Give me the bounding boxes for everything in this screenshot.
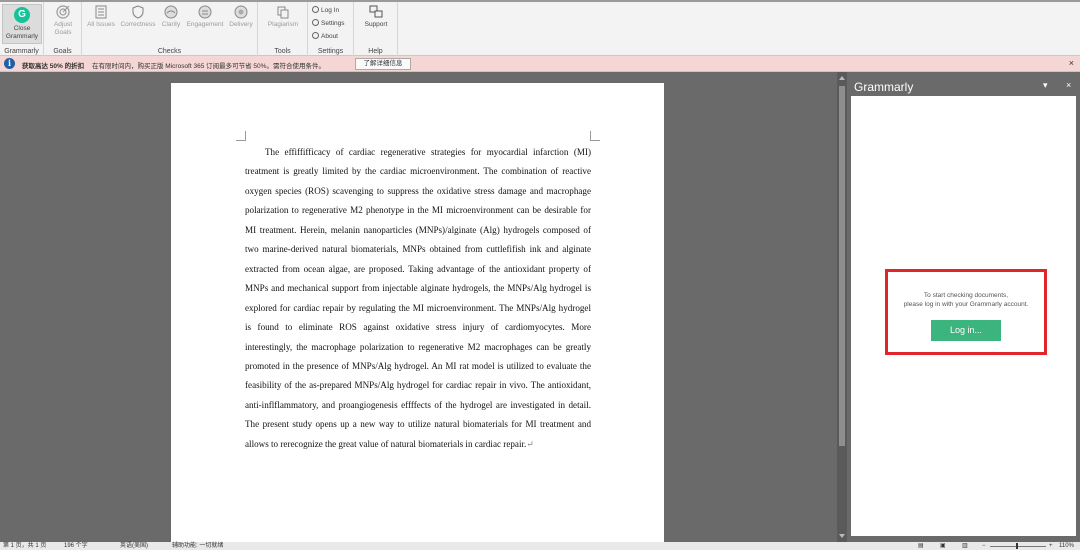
scrollbar-thumb[interactable] xyxy=(839,86,845,446)
clarity-button[interactable]: Clarity xyxy=(158,5,184,29)
all-issues-label: All Issues xyxy=(87,21,115,28)
group-goals: Adjust Goals Goals xyxy=(44,2,82,56)
status-language[interactable]: 英语(美国) xyxy=(120,542,148,550)
login-message-line-2: please log in with your Grammarly accoun… xyxy=(903,301,1029,308)
login-icon xyxy=(312,6,319,13)
log-in-label: Log In xyxy=(321,7,340,14)
engagement-label: Engagement xyxy=(186,21,224,28)
grammarly-logo-icon: G xyxy=(14,7,30,23)
status-bar: 第 1 页，共 1 页 196 个字 英语(美国) 辅助功能: 一切就绪 ▤ ▣… xyxy=(0,542,1080,550)
plagiarism-label: Plagiarism xyxy=(267,21,299,28)
scroll-down-icon[interactable] xyxy=(839,534,845,538)
document-paragraph: The effiffifficacy of cardiac regenerati… xyxy=(245,147,591,449)
group-label-tools: Tools xyxy=(274,48,291,55)
login-message: To start checking documents, please log … xyxy=(888,291,1044,309)
status-word-count[interactable]: 196 个字 xyxy=(64,542,88,550)
clarity-label: Clarity xyxy=(161,21,181,28)
scroll-up-icon[interactable] xyxy=(839,76,845,80)
settings-label: Settings xyxy=(321,20,345,27)
document-page[interactable]: The effiffifficacy of cardiac regenerati… xyxy=(171,83,664,545)
login-highlight-box: To start checking documents, please log … xyxy=(885,269,1047,355)
close-grammarly-label-2: Grammarly xyxy=(5,33,39,40)
status-page-count[interactable]: 第 1 页，共 1 页 xyxy=(3,542,46,550)
group-label-grammarly: Grammarly xyxy=(4,48,39,55)
info-bar: i 获取高达 50% 的折扣 在有限时间内，购买正版 Microsoft 365… xyxy=(0,56,1080,72)
zoom-slider[interactable] xyxy=(990,546,1046,547)
group-help: Support Help xyxy=(354,2,398,56)
correctness-button[interactable]: Correctness xyxy=(118,5,158,29)
zoom-in-icon[interactable]: + xyxy=(1049,542,1053,550)
read-mode-icon[interactable]: ▤ xyxy=(918,542,924,550)
engagement-button[interactable]: Engagement xyxy=(184,5,226,29)
pane-options-icon[interactable]: ▾ xyxy=(1043,80,1048,91)
all-issues-button[interactable]: All Issues xyxy=(84,5,118,29)
pane-title: Grammarly xyxy=(854,80,914,94)
pane-close-icon[interactable]: × xyxy=(1066,80,1071,90)
adjust-goals-label-1: Adjust xyxy=(53,21,73,28)
engagement-icon xyxy=(198,5,212,19)
list-icon xyxy=(95,5,107,19)
group-label-settings: Settings xyxy=(317,48,344,55)
grammarly-pane: Grammarly ▾ × To start checking document… xyxy=(847,72,1080,542)
correctness-label: Correctness xyxy=(120,21,156,28)
ribbon: G Close Grammarly Grammarly Adjust Goals… xyxy=(0,0,1080,56)
paragraph-mark-icon: ↵ xyxy=(526,438,534,449)
about-button[interactable]: About xyxy=(312,32,338,40)
close-grammarly-label-1: Close xyxy=(13,25,31,32)
group-checks: All Issues Correctness Clarity Engagemen… xyxy=(82,2,258,56)
adjust-goals-label-2: Goals xyxy=(54,29,72,36)
about-label: About xyxy=(321,33,338,40)
group-grammarly: G Close Grammarly Grammarly xyxy=(0,2,44,56)
gear-icon xyxy=(312,19,319,26)
zoom-level[interactable]: 110% xyxy=(1059,542,1074,550)
target-icon xyxy=(56,5,70,19)
learn-more-button[interactable]: 了解详细信息 xyxy=(355,58,411,70)
zoom-out-icon[interactable]: − xyxy=(982,542,986,550)
close-grammarly-button[interactable]: G Close Grammarly xyxy=(2,4,42,44)
plagiarism-button[interactable]: Plagiarism xyxy=(262,5,304,29)
pane-body: To start checking documents, please log … xyxy=(851,96,1076,536)
adjust-goals-button[interactable]: Adjust Goals xyxy=(48,5,78,37)
margin-corner-top-left xyxy=(236,131,246,141)
delivery-button[interactable]: Delivery xyxy=(226,5,256,29)
margin-corner-top-right xyxy=(590,131,600,141)
status-accessibility[interactable]: 辅助功能: 一切就绪 xyxy=(172,542,223,550)
copy-icon xyxy=(277,6,289,19)
shield-icon xyxy=(132,5,144,19)
support-button[interactable]: Support xyxy=(358,5,394,29)
log-in-pane-button[interactable]: Log in... xyxy=(931,320,1001,341)
web-layout-icon[interactable]: ▥ xyxy=(962,542,968,550)
group-label-checks: Checks xyxy=(157,48,182,55)
print-layout-icon[interactable]: ▣ xyxy=(940,542,946,550)
delivery-label: Delivery xyxy=(229,21,253,28)
group-settings: Log In Settings About Settings xyxy=(308,2,354,56)
document-scrollbar[interactable] xyxy=(837,72,847,542)
info-bar-message: 在有限时间内，购买正版 Microsoft 365 订阅最多可节省 50%。需符… xyxy=(92,63,325,70)
group-label-goals: Goals xyxy=(53,48,72,55)
support-icon xyxy=(369,5,383,18)
log-in-button[interactable]: Log In xyxy=(312,6,339,14)
info-bar-title: 获取高达 50% 的折扣 xyxy=(22,63,85,70)
document-body[interactable]: The effiffifficacy of cardiac regenerati… xyxy=(245,143,591,454)
info-icon: i xyxy=(4,58,15,69)
zoom-slider-knob[interactable] xyxy=(1016,543,1018,549)
clarity-icon xyxy=(164,5,178,19)
group-tools: Plagiarism Tools xyxy=(258,2,308,56)
support-label: Support xyxy=(364,21,388,28)
delivery-icon xyxy=(234,5,248,19)
info-icon xyxy=(312,32,319,39)
info-bar-close-icon[interactable]: × xyxy=(1069,58,1074,68)
group-label-help: Help xyxy=(368,48,383,55)
login-message-line-1: To start checking documents, xyxy=(923,292,1009,299)
settings-button[interactable]: Settings xyxy=(312,19,345,27)
